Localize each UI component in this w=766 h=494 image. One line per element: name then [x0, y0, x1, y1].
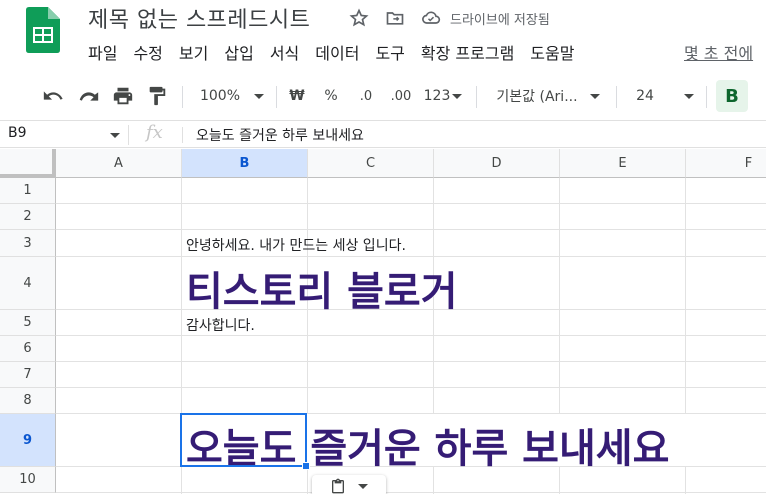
- cell-b3[interactable]: 안녕하세요. 내가 만드는 세상 입니다.: [186, 235, 406, 255]
- menu-edit[interactable]: 수정: [133, 40, 178, 64]
- star-icon[interactable]: [348, 7, 370, 29]
- row-header-8[interactable]: 8: [0, 388, 56, 414]
- currency-format-button[interactable]: ₩: [286, 76, 308, 116]
- paint-format-icon[interactable]: [144, 76, 170, 116]
- toolbar-divider: [182, 86, 183, 108]
- formula-divider: [182, 127, 183, 143]
- app-header: 제목 없는 스프레드시트 드라이브에 저장됨 파일 수정 보기 삽입 서식 데이…: [0, 0, 766, 70]
- bold-button[interactable]: B: [716, 80, 748, 112]
- undo-icon[interactable]: [40, 76, 66, 116]
- formula-input[interactable]: 오늘도 즐거운 하루 보내세요: [196, 125, 364, 145]
- menu-format[interactable]: 서식: [270, 40, 315, 64]
- formula-bar: B9 fx 오늘도 즐거운 하루 보내세요: [0, 120, 766, 148]
- cell-b5[interactable]: 감사합니다.: [186, 315, 255, 335]
- gridline: [56, 492, 766, 493]
- fx-icon: fx: [146, 122, 163, 143]
- column-header-c[interactable]: C: [308, 149, 434, 178]
- menu-view[interactable]: 보기: [179, 40, 224, 64]
- gridline: [56, 335, 766, 336]
- document-title[interactable]: 제목 없는 스프레드시트: [88, 2, 310, 34]
- row-header-9[interactable]: 9: [0, 414, 56, 467]
- row-header-4[interactable]: 4: [0, 257, 56, 310]
- toolbar-divider: [616, 86, 617, 108]
- chevron-down-icon: [589, 93, 600, 99]
- menu-bar: 파일 수정 보기 삽입 서식 데이터 도구 확장 프로그램 도움말: [88, 40, 590, 64]
- cell-b4[interactable]: 티스토리 블로거: [186, 259, 458, 317]
- last-edit-link[interactable]: 몇 초 전에: [684, 40, 753, 64]
- chevron-down-icon[interactable]: [110, 133, 120, 138]
- redo-icon[interactable]: [76, 76, 102, 116]
- toolbar-divider: [476, 86, 477, 108]
- row-header-7[interactable]: 7: [0, 362, 56, 388]
- column-header-b[interactable]: B: [182, 149, 308, 178]
- toolbar-divider: [706, 86, 707, 108]
- chevron-down-icon: [452, 93, 463, 99]
- gridline: [56, 387, 766, 388]
- menu-extensions[interactable]: 확장 프로그램: [421, 40, 530, 64]
- font-size-select[interactable]: 24: [630, 76, 700, 116]
- decrease-decimal-button[interactable]: .0: [352, 76, 380, 116]
- gridline: [56, 203, 766, 204]
- column-header-a[interactable]: A: [56, 149, 182, 178]
- column-header-f[interactable]: F: [686, 149, 766, 178]
- zoom-value: 100%: [199, 88, 241, 104]
- sheets-logo-icon[interactable]: [24, 7, 60, 53]
- save-status: 드라이브에 저장됨: [450, 12, 550, 28]
- gridline: [56, 229, 766, 230]
- spreadsheet-grid[interactable]: A B C D E F 1 2 3 4 5 6 7 8 9 10 안녕하세요. …: [0, 149, 766, 494]
- column-header-e[interactable]: E: [560, 149, 686, 178]
- zoom-select[interactable]: 100%: [196, 76, 268, 116]
- clipboard-icon: [332, 478, 344, 494]
- menu-data[interactable]: 데이터: [315, 40, 375, 64]
- cloud-saved-icon[interactable]: [420, 7, 442, 29]
- increase-decimal-button[interactable]: .00: [386, 76, 416, 116]
- menu-insert[interactable]: 삽입: [224, 40, 269, 64]
- percent-format-button[interactable]: %: [320, 76, 342, 116]
- paste-options-button[interactable]: [312, 475, 386, 494]
- gridline: [56, 361, 766, 362]
- fill-handle[interactable]: [302, 462, 310, 470]
- row-header-10[interactable]: 10: [0, 467, 56, 493]
- name-box[interactable]: B9: [8, 125, 27, 141]
- chevron-down-icon: [358, 483, 368, 489]
- toolbar: 100% ₩ % .0 .00 123 기본값 (Ari... 24 B: [0, 76, 766, 116]
- menu-tools[interactable]: 도구: [375, 40, 420, 64]
- print-icon[interactable]: [110, 76, 136, 116]
- chevron-down-icon: [254, 93, 265, 99]
- formula-divider: [128, 125, 129, 145]
- menu-help[interactable]: 도움말: [530, 40, 590, 64]
- column-header-d[interactable]: D: [434, 149, 560, 178]
- menu-file[interactable]: 파일: [88, 40, 133, 64]
- row-header-2[interactable]: 2: [0, 204, 56, 230]
- row-header-3[interactable]: 3: [0, 230, 56, 257]
- toolbar-divider: [276, 86, 277, 108]
- row-header-1[interactable]: 1: [0, 178, 56, 204]
- select-all-corner[interactable]: [0, 149, 56, 178]
- move-folder-icon[interactable]: [384, 7, 406, 29]
- gridline: [56, 256, 766, 257]
- row-header-5[interactable]: 5: [0, 310, 56, 336]
- font-family-select[interactable]: 기본값 (Ari...: [490, 76, 606, 116]
- row-header-6[interactable]: 6: [0, 336, 56, 362]
- number-format-select[interactable]: 123: [422, 76, 464, 116]
- chevron-down-icon: [683, 93, 694, 99]
- cell-selection-outline: [180, 413, 307, 467]
